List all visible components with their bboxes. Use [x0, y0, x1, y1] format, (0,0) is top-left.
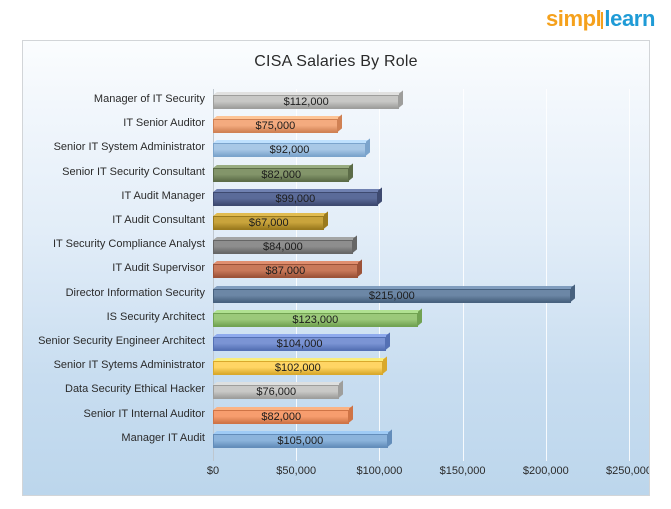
bar-group: $99,000	[213, 187, 383, 206]
bar-side-face	[386, 332, 391, 350]
bar-value-label: $104,000	[276, 338, 323, 350]
category-label: Director Information Security	[65, 286, 205, 299]
bar-value-label: $215,000	[368, 289, 415, 302]
bar-side-face	[357, 259, 362, 277]
category-label: IT Audit Supervisor	[112, 262, 205, 275]
x-axis: $0 $50,000 $100,000 $150,000 $200,000 $250,00…	[207, 465, 649, 483]
chart-row: Senior IT Security Consultant $82,000	[23, 163, 649, 182]
bar-value-label: $112,000	[283, 96, 329, 108]
chart-row: Data Security Ethical Hacker $76,000	[23, 380, 649, 400]
chart-row: Senior Security Engineer Architect $104,0…	[23, 332, 649, 351]
bar-group: $67,000	[213, 211, 329, 230]
category-label: IT Audit Manager	[121, 189, 205, 202]
bar-group: $87,000	[213, 259, 363, 279]
bar-value-label: $105,000	[277, 434, 324, 447]
chart-row: IT Audit Consultant $67,000	[23, 211, 649, 230]
chart-container: CISA Salaries By Role Manager of IT Secu…	[22, 40, 650, 496]
bar-side-face	[399, 90, 404, 108]
bar-side-face	[387, 429, 392, 447]
bar-group: $102,000	[213, 356, 388, 376]
x-axis-tick-label: $0	[206, 465, 220, 477]
bar-value-label: $82,000	[261, 410, 302, 423]
bar-value-label: $87,000	[265, 265, 306, 278]
chart-row: Senior IT System Administrator $92,000	[23, 138, 649, 158]
chart-row: IS Security Architect $123,000	[23, 308, 649, 327]
bar-side-face	[324, 211, 329, 229]
logo-divider-icon	[601, 11, 604, 29]
bar-value-label: $84,000	[263, 241, 303, 254]
bar-rows: Manager of IT Security $112,000 IT Senior …	[23, 89, 649, 461]
chart-row: IT Senior Auditor $75,000	[23, 114, 649, 134]
chart-row: Director Information Security $215,000	[23, 284, 649, 303]
bar-group: $82,000	[213, 405, 354, 424]
bar-side-face	[349, 405, 354, 423]
bar-value-label: $67,000	[248, 217, 289, 229]
bar-group: $215,000	[213, 284, 576, 303]
bar-side-face	[339, 380, 344, 398]
bar-side-face	[570, 284, 575, 302]
category-label: IT Security Compliance Analyst	[52, 238, 205, 251]
logo-text-learn: learn	[604, 6, 655, 31]
bar-side-face	[417, 308, 422, 326]
category-label: IT Senior Auditor	[123, 117, 205, 130]
x-axis-tick-label: $100,000	[356, 465, 403, 477]
chart-row: IT Security Compliance Analyst $84,000	[23, 235, 649, 255]
bar-side-face	[377, 187, 382, 205]
bar-side-face	[366, 138, 371, 156]
simplilearn-logo: simpl learn	[546, 6, 655, 32]
category-label: Manager IT Audit	[121, 431, 205, 444]
bar-group: $112,000	[213, 90, 404, 109]
category-label: IS Security Architect	[106, 310, 205, 323]
bar-value-label: $123,000	[292, 313, 339, 326]
chart-title: CISA Salaries By Role	[254, 53, 418, 70]
bar-group: $105,000	[213, 429, 393, 448]
category-label: Manager of IT Security	[93, 93, 205, 105]
x-axis-tick-label: $200,000	[522, 465, 569, 477]
chart-row: Senior IT Internal Auditor $82,000	[23, 405, 649, 424]
category-label: Senior IT System Administrator	[53, 141, 205, 154]
bar-group: $76,000	[213, 380, 344, 400]
chart-row: Manager of IT Security $112,000	[23, 90, 649, 109]
bar-side-face	[349, 163, 354, 181]
bar-side-face	[337, 114, 342, 132]
category-label: Senior IT Sytems Administrator	[53, 359, 205, 372]
bar-group: $84,000	[213, 235, 358, 255]
category-label: Data Security Ethical Hacker	[65, 383, 205, 396]
bar-side-face	[352, 235, 357, 253]
category-label: IT Audit Consultant	[112, 214, 205, 226]
bar-value-label: $75,000	[255, 120, 296, 133]
logo-text-simpl: simpl	[545, 6, 602, 31]
bar-value-label: $92,000	[269, 144, 310, 157]
chart-row: IT Audit Supervisor $87,000	[23, 259, 649, 279]
bar-group: $75,000	[213, 114, 343, 134]
category-label: Senior Security Engineer Architect	[38, 335, 205, 347]
bar-value-label: $99,000	[275, 192, 316, 205]
category-label: Senior IT Security Consultant	[62, 165, 205, 178]
bar-side-face	[382, 356, 387, 374]
bar-group: $92,000	[213, 138, 371, 158]
x-axis-tick-label: $250,000	[606, 465, 650, 477]
category-label: Senior IT Internal Auditor	[83, 407, 205, 420]
bar-group: $123,000	[213, 308, 423, 327]
bar-group: $104,000	[213, 332, 391, 351]
bar-group: $82,000	[213, 163, 354, 182]
bar-value-label: $82,000	[261, 168, 302, 181]
bar-value-label: $102,000	[274, 362, 321, 375]
chart-row: IT Audit Manager $99,000	[23, 187, 649, 206]
x-axis-tick-label: $50,000	[276, 465, 317, 477]
bar-value-label: $76,000	[256, 386, 297, 399]
chart-row: Senior IT Sytems Administrator $102,000	[23, 356, 649, 376]
x-axis-tick-label: $150,000	[439, 465, 486, 477]
chart-row: Manager IT Audit $105,000	[23, 429, 649, 448]
